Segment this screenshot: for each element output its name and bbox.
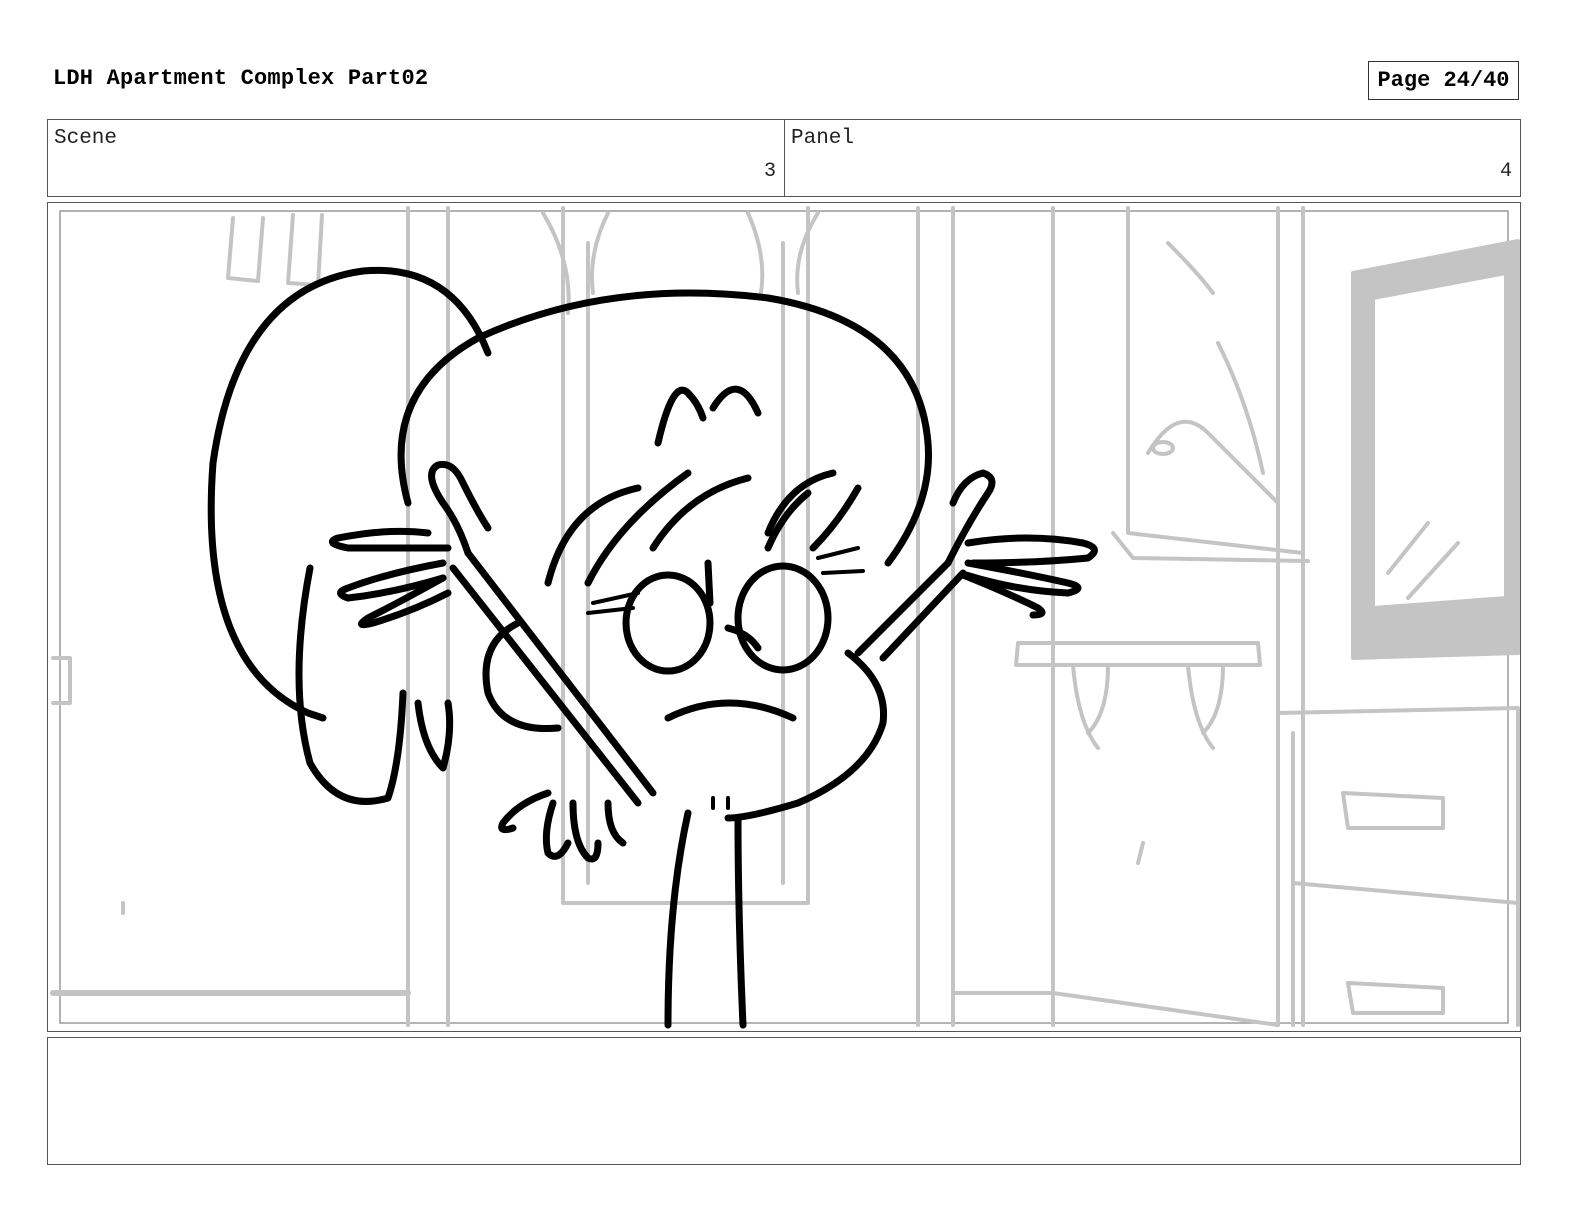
background-sketch: [50, 206, 1520, 1027]
storyboard-title: LDH Apartment Complex Part02: [53, 66, 429, 91]
character-drawing: [207, 266, 1098, 1029]
storyboard-panel-drawing: [47, 202, 1521, 1032]
panel-number: 4: [1499, 160, 1512, 183]
scene-panel-info-row: Scene 3 Panel 4: [47, 119, 1521, 197]
panel-label: Panel: [791, 127, 855, 150]
panel-notes-box: [47, 1037, 1521, 1165]
panel-cell: Panel 4: [785, 120, 1520, 196]
scene-label: Scene: [54, 127, 118, 150]
scene-cell: Scene 3: [48, 120, 785, 196]
scene-number: 3: [763, 160, 776, 183]
panel-sketch: [50, 206, 1520, 1029]
page-number: Page 24/40: [1368, 61, 1519, 100]
